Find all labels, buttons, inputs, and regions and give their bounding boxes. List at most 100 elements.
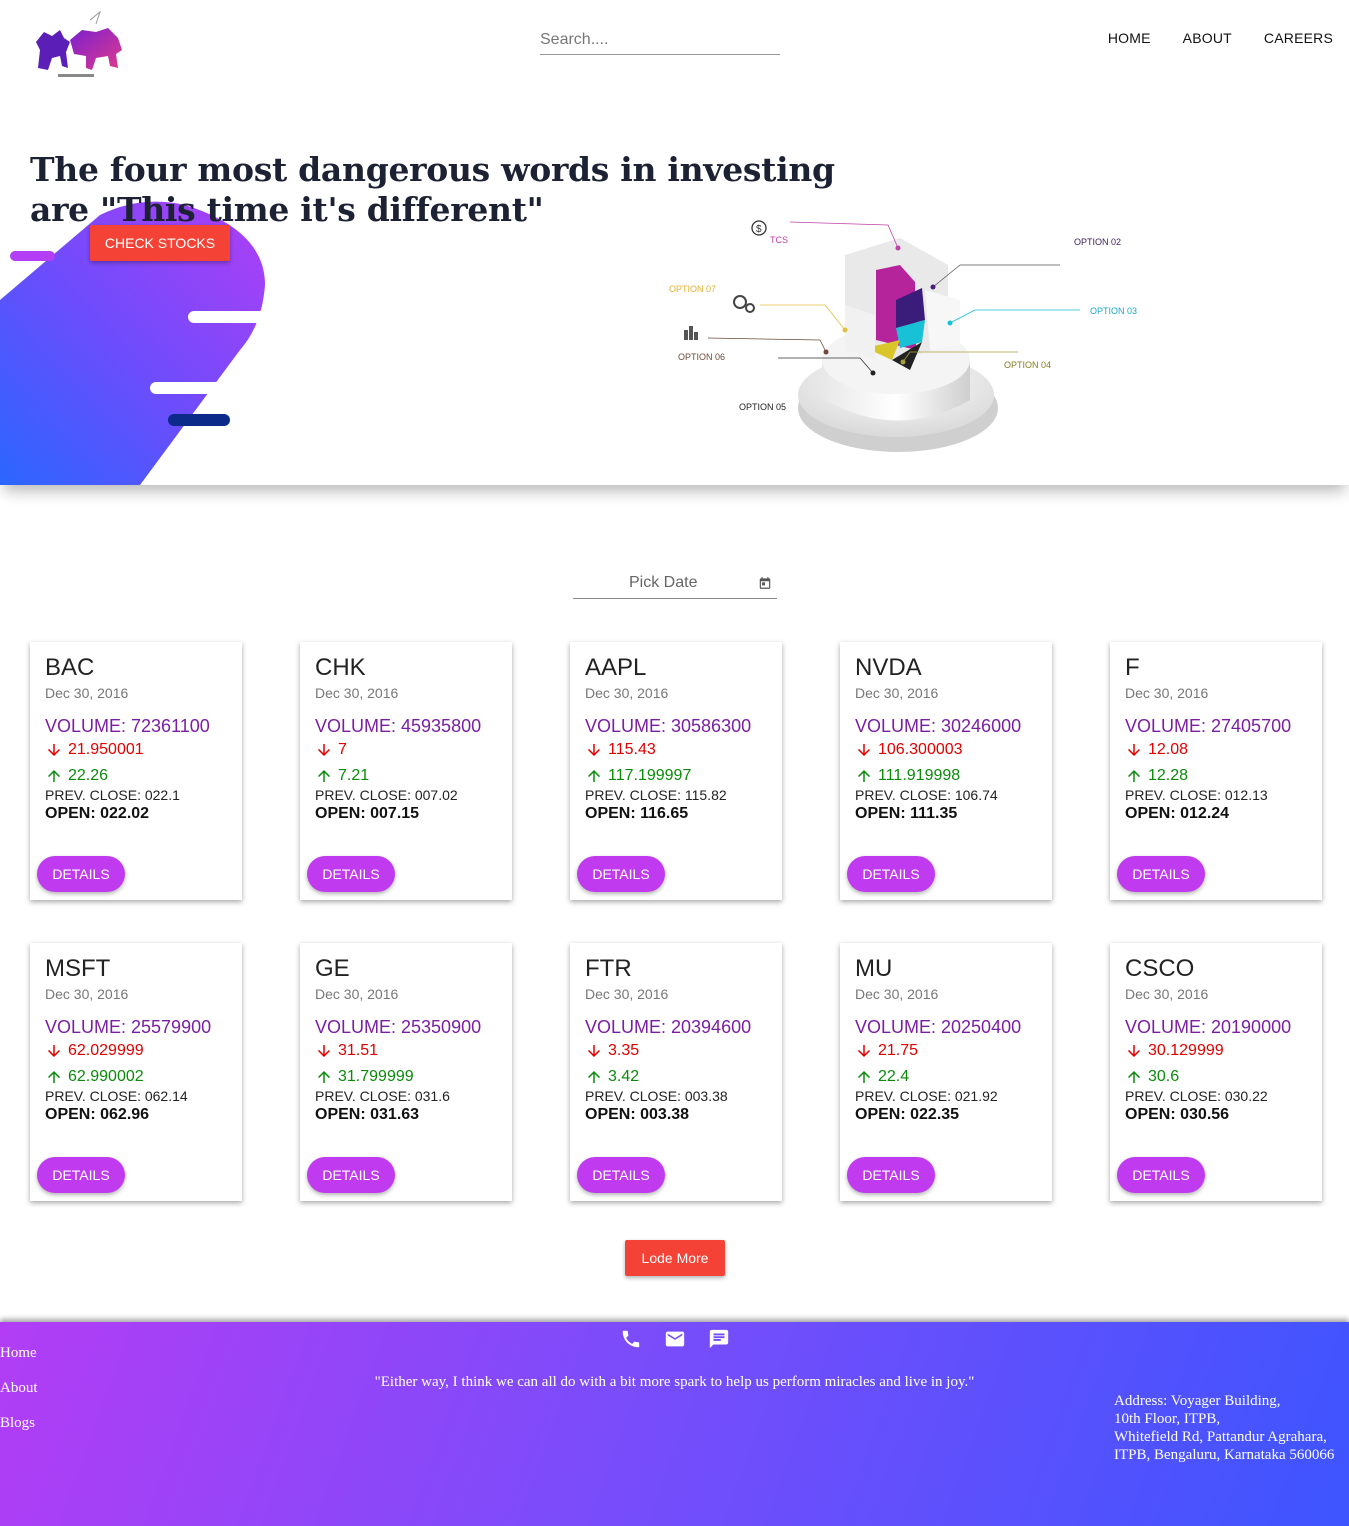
stock-volume: VOLUME: 25579900 xyxy=(45,1017,212,1037)
stock-high-row: 22.4 xyxy=(855,1068,1037,1086)
label-option05: OPTION 05 xyxy=(739,402,786,412)
hero-section: The four most dangerous words in investi… xyxy=(0,95,1349,485)
footer-quote: "Either way, I think we can all do with … xyxy=(374,1374,975,1390)
details-button[interactable]: DETAILS xyxy=(307,1157,395,1193)
stock-symbol: FTR xyxy=(585,955,632,982)
footer-contact-icons xyxy=(620,1328,730,1350)
stock-date: Dec 30, 2016 xyxy=(585,685,669,701)
arrow-up-icon xyxy=(858,1071,870,1083)
email-icon[interactable] xyxy=(664,1328,686,1350)
stock-card: GE Dec 30, 2016 VOLUME: 25350900 31.51 3… xyxy=(300,943,512,1201)
arrow-up-icon xyxy=(588,770,600,782)
stock-card: MSFT Dec 30, 2016 VOLUME: 25579900 62.02… xyxy=(30,943,242,1201)
details-button[interactable]: DETAILS xyxy=(37,856,125,892)
stock-prev-close: PREV. CLOSE: 003.38 xyxy=(585,1088,728,1104)
search-input[interactable] xyxy=(540,28,780,52)
stock-card: AAPL Dec 30, 2016 VOLUME: 30586300 115.4… xyxy=(570,642,782,900)
stock-prev-close: PREV. CLOSE: 030.22 xyxy=(1125,1088,1268,1104)
details-button[interactable]: DETAILS xyxy=(847,1157,935,1193)
arrow-up-icon xyxy=(1128,770,1140,782)
stock-prev-close: PREV. CLOSE: 115.82 xyxy=(585,787,727,803)
label-option07: OPTION 07 xyxy=(669,284,716,294)
stock-card: FTR Dec 30, 2016 VOLUME: 20394600 3.35 3… xyxy=(570,943,782,1201)
arrow-down-icon xyxy=(1128,1045,1140,1057)
stock-high: 31.799999 xyxy=(338,1068,414,1085)
stock-low-row: 62.029999 xyxy=(45,1042,227,1060)
arrow-up-icon xyxy=(1128,1071,1140,1083)
nav-about[interactable]: ABOUT xyxy=(1183,30,1232,46)
date-picker-label: Pick Date xyxy=(629,574,698,591)
label-option03: OPTION 03 xyxy=(1090,306,1137,316)
details-button[interactable]: DETAILS xyxy=(1117,1157,1205,1193)
footer-link-home[interactable]: Home xyxy=(0,1345,38,1362)
stock-low-row: 115.43 xyxy=(585,741,767,759)
stock-high-row: 62.990002 xyxy=(45,1068,227,1086)
details-button[interactable]: DETAILS xyxy=(577,1157,665,1193)
stock-low-row: 31.51 xyxy=(315,1042,497,1060)
stock-symbol: BAC xyxy=(45,654,95,681)
stock-high-row: 117.199997 xyxy=(585,767,767,785)
check-stocks-button[interactable]: CHECK STOCKS xyxy=(90,225,230,261)
details-button[interactable]: DETAILS xyxy=(577,856,665,892)
stock-date: Dec 30, 2016 xyxy=(315,986,399,1002)
arrow-up-icon xyxy=(48,770,60,782)
footer-links: Home About Blogs xyxy=(0,1345,38,1450)
stock-high-row: 7.21 xyxy=(315,767,497,785)
stock-open: OPEN: 062.96 xyxy=(45,1106,150,1123)
stock-symbol: MU xyxy=(855,955,893,982)
arrow-up-icon xyxy=(858,770,870,782)
details-button[interactable]: DETAILS xyxy=(307,856,395,892)
stock-volume: VOLUME: 30586300 xyxy=(585,716,752,736)
site-footer: Home About Blogs "Either way, I think we… xyxy=(0,1322,1349,1526)
stock-card-grid: BAC Dec 30, 2016 VOLUME: 72361100 21.950… xyxy=(30,642,1325,1201)
stock-card: BAC Dec 30, 2016 VOLUME: 72361100 21.950… xyxy=(30,642,242,900)
pie-infographic: $ TCS OPTION 02 OPTION 03 OPTION 04 OPTI… xyxy=(669,220,1137,452)
details-button[interactable]: DETAILS xyxy=(847,856,935,892)
stock-volume: VOLUME: 72361100 xyxy=(45,716,210,736)
arrow-down-icon xyxy=(858,1045,870,1057)
nav-careers[interactable]: CAREERS xyxy=(1264,30,1333,46)
stock-high-row: 30.6 xyxy=(1125,1068,1307,1086)
stock-date: Dec 30, 2016 xyxy=(315,685,399,701)
stock-date: Dec 30, 2016 xyxy=(45,986,129,1002)
load-more-button[interactable]: Lode More xyxy=(625,1240,725,1276)
stock-low: 3.35 xyxy=(608,1042,640,1059)
stock-volume: VOLUME: 20250400 xyxy=(855,1017,1022,1037)
stock-date: Dec 30, 2016 xyxy=(855,986,939,1002)
footer-link-blogs[interactable]: Blogs xyxy=(0,1415,38,1432)
footer-address: Address: Voyager Building, 10th Floor, I… xyxy=(1114,1392,1334,1464)
stock-high: 30.6 xyxy=(1148,1068,1180,1085)
stock-low-row: 3.35 xyxy=(585,1042,767,1060)
stock-low: 21.75 xyxy=(878,1042,919,1059)
site-logo[interactable] xyxy=(30,10,125,85)
stock-low: 115.43 xyxy=(608,741,656,758)
stock-prev-close: PREV. CLOSE: 012.13 xyxy=(1125,787,1268,803)
stock-high: 111.919998 xyxy=(878,767,961,784)
stock-high: 12.28 xyxy=(1148,767,1189,784)
phone-icon[interactable] xyxy=(620,1328,642,1350)
stock-volume: VOLUME: 20190000 xyxy=(1125,1017,1292,1037)
stock-prev-close: PREV. CLOSE: 022.1 xyxy=(45,787,180,803)
arrow-up-icon xyxy=(48,1071,60,1083)
stock-date: Dec 30, 2016 xyxy=(855,685,939,701)
address-line: ITPB, Bengaluru, Karnataka 560066 xyxy=(1114,1447,1335,1463)
details-button[interactable]: DETAILS xyxy=(1117,856,1205,892)
label-option06: OPTION 06 xyxy=(678,352,725,362)
date-picker[interactable]: Pick Date xyxy=(573,570,777,599)
stock-low: 12.08 xyxy=(1148,741,1189,758)
stock-high: 117.199997 xyxy=(608,767,692,784)
stock-open: OPEN: 031.63 xyxy=(315,1106,420,1123)
calendar-icon[interactable] xyxy=(758,576,772,590)
label-option02: OPTION 02 xyxy=(1074,237,1121,247)
stock-volume: VOLUME: 30246000 xyxy=(855,716,1022,736)
arrow-up-icon xyxy=(588,1071,600,1083)
nav-home[interactable]: HOME xyxy=(1108,30,1151,46)
details-button[interactable]: DETAILS xyxy=(37,1157,125,1193)
label-tcs: TCS xyxy=(770,235,788,245)
stock-prev-close: PREV. CLOSE: 007.02 xyxy=(315,787,458,803)
stock-open: OPEN: 007.15 xyxy=(315,805,420,822)
search-box[interactable] xyxy=(540,28,780,55)
chat-icon[interactable] xyxy=(708,1328,730,1350)
stock-symbol: CSCO xyxy=(1125,955,1195,982)
stock-card: F Dec 30, 2016 VOLUME: 27405700 12.08 12… xyxy=(1110,642,1322,900)
